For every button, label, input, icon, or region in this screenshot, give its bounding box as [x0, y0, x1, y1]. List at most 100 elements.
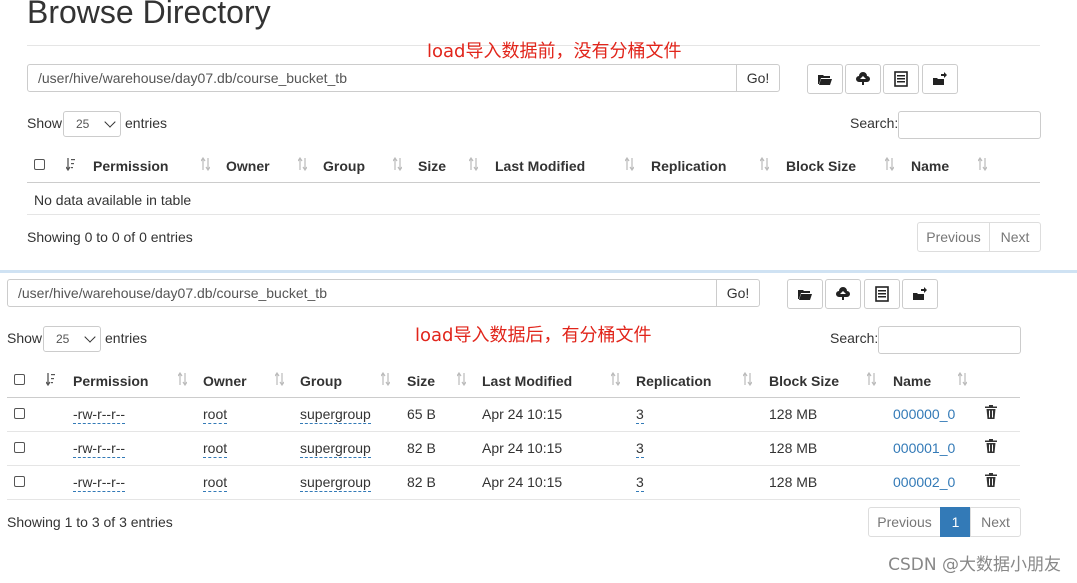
list-icon [875, 286, 889, 302]
next-button[interactable]: Next [989, 222, 1041, 252]
owner-link[interactable]: root [203, 440, 228, 458]
list-view-button[interactable] [883, 64, 919, 94]
search-input[interactable] [878, 326, 1021, 354]
group-cell[interactable]: supergroup [300, 406, 371, 424]
cut-paste-button[interactable] [922, 64, 958, 94]
column-header-group[interactable]: Group [323, 158, 365, 174]
group-link[interactable]: supergroup [300, 406, 371, 424]
replication-cell[interactable]: 3 [636, 474, 644, 492]
permission-cell[interactable]: -rw-r--r-- [73, 406, 126, 424]
table-header-divider [7, 397, 1020, 398]
group-link[interactable]: supergroup [300, 440, 371, 458]
column-header-permission[interactable]: Permission [93, 158, 168, 174]
path-input[interactable]: /user/hive/warehouse/day07.db/course_buc… [27, 64, 737, 92]
path-input[interactable]: /user/hive/warehouse/day07.db/course_buc… [7, 279, 717, 307]
sort-asc-icon[interactable] [65, 157, 75, 172]
column-header-name[interactable]: Name [893, 373, 931, 389]
column-header-block-size[interactable]: Block Size [769, 373, 839, 389]
trash-icon[interactable] [985, 405, 997, 419]
select-all-checkbox[interactable] [34, 159, 45, 170]
trash-icon[interactable] [985, 439, 997, 453]
owner-cell[interactable]: root [203, 474, 228, 492]
group-cell[interactable]: supergroup [300, 474, 371, 492]
sort-icon[interactable] [456, 371, 467, 387]
column-header-replication[interactable]: Replication [636, 373, 711, 389]
go-button[interactable]: Go! [716, 279, 760, 307]
row-checkbox[interactable] [14, 476, 25, 487]
sort-icon[interactable] [468, 156, 479, 172]
row-divider [7, 465, 1020, 466]
sort-icon[interactable] [297, 156, 308, 172]
sort-icon[interactable] [624, 156, 635, 172]
sort-icon[interactable] [392, 156, 403, 172]
create-directory-button[interactable] [787, 279, 823, 309]
owner-link[interactable]: root [203, 406, 228, 424]
row-checkbox[interactable] [14, 408, 25, 419]
column-header-name[interactable]: Name [911, 158, 949, 174]
column-header-last-modified[interactable]: Last Modified [495, 158, 585, 174]
page-1-button[interactable]: 1 [940, 507, 971, 537]
upload-button[interactable] [845, 64, 881, 94]
entries-select[interactable]: 25 [43, 326, 101, 352]
sort-icon[interactable] [884, 156, 895, 172]
search-input[interactable] [898, 111, 1041, 139]
owner-cell[interactable]: root [203, 406, 228, 424]
sort-icon[interactable] [977, 156, 988, 172]
file-name-link[interactable]: 000001_0 [893, 440, 955, 456]
show-label: Show [27, 115, 63, 131]
permission-link[interactable]: -rw-r--r-- [73, 474, 126, 492]
upload-button[interactable] [825, 279, 861, 309]
column-header-permission[interactable]: Permission [73, 373, 148, 389]
sort-icon[interactable] [274, 371, 285, 387]
list-view-button[interactable] [864, 279, 900, 309]
sort-icon[interactable] [610, 371, 621, 387]
replication-link[interactable]: 3 [636, 474, 644, 492]
column-header-replication[interactable]: Replication [651, 158, 726, 174]
paste-icon [913, 287, 927, 300]
permission-link[interactable]: -rw-r--r-- [73, 406, 126, 424]
table-bottom-divider [27, 214, 1040, 215]
replication-cell[interactable]: 3 [636, 440, 644, 458]
sort-asc-icon[interactable] [45, 372, 55, 387]
column-header-last-modified[interactable]: Last Modified [482, 373, 572, 389]
sort-icon[interactable] [759, 156, 770, 172]
next-button[interactable]: Next [970, 507, 1021, 537]
owner-link[interactable]: root [203, 474, 228, 492]
file-name-link[interactable]: 000000_0 [893, 406, 955, 422]
column-header-size[interactable]: Size [418, 158, 446, 174]
replication-link[interactable]: 3 [636, 406, 644, 424]
cut-paste-button[interactable] [902, 279, 938, 309]
go-button[interactable]: Go! [736, 64, 780, 92]
block-size-cell: 128 MB [769, 406, 818, 422]
select-all-checkbox[interactable] [14, 374, 25, 385]
column-header-owner[interactable]: Owner [226, 158, 270, 174]
sort-icon[interactable] [200, 156, 211, 172]
create-directory-button[interactable] [807, 64, 843, 94]
previous-button[interactable]: Previous [917, 222, 990, 252]
previous-button[interactable]: Previous [868, 507, 941, 537]
column-header-size[interactable]: Size [407, 373, 435, 389]
trash-icon[interactable] [985, 473, 997, 487]
sort-icon[interactable] [866, 371, 877, 387]
size-cell: 82 B [407, 474, 436, 490]
sort-icon[interactable] [742, 371, 753, 387]
group-link[interactable]: supergroup [300, 474, 371, 492]
sort-icon[interactable] [380, 371, 391, 387]
permission-link[interactable]: -rw-r--r-- [73, 440, 126, 458]
group-cell[interactable]: supergroup [300, 440, 371, 458]
sort-icon[interactable] [957, 371, 968, 387]
replication-cell[interactable]: 3 [636, 406, 644, 424]
column-header-block-size[interactable]: Block Size [786, 158, 856, 174]
permission-cell[interactable]: -rw-r--r-- [73, 440, 126, 458]
entries-select[interactable]: 25 [63, 111, 121, 137]
column-header-owner[interactable]: Owner [203, 373, 247, 389]
sort-icon[interactable] [177, 371, 188, 387]
column-header-group[interactable]: Group [300, 373, 342, 389]
row-checkbox[interactable] [14, 442, 25, 453]
owner-cell[interactable]: root [203, 440, 228, 458]
replication-link[interactable]: 3 [636, 440, 644, 458]
size-cell: 65 B [407, 406, 436, 422]
file-name-link[interactable]: 000002_0 [893, 474, 955, 490]
modified-cell: Apr 24 10:15 [482, 406, 563, 422]
permission-cell[interactable]: -rw-r--r-- [73, 474, 126, 492]
